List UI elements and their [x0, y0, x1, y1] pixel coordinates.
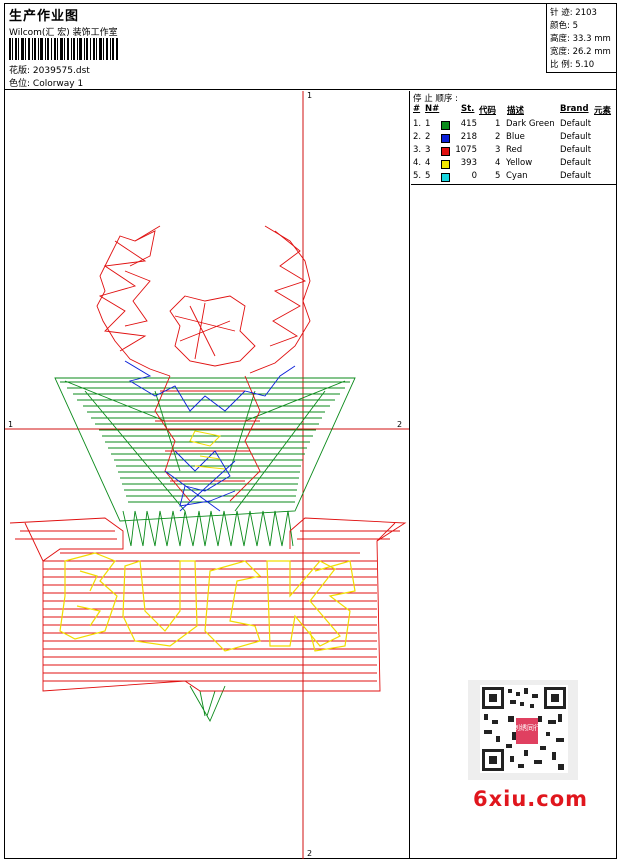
stat-height: 高度: 33.3 mm — [550, 34, 611, 44]
color-swatch — [441, 173, 450, 182]
col-header: St. — [461, 104, 475, 114]
yellow-lettering — [59, 552, 356, 652]
stat-scale: 比 例: 5.10 — [550, 60, 595, 70]
col-header: 描述 — [507, 106, 525, 116]
axis-label-left: 1 — [8, 420, 14, 429]
col-header: 代码 — [479, 106, 497, 116]
table-row: 4. 4 393 4 Yellow Default — [413, 158, 592, 169]
col-header: 元素 — [594, 106, 612, 116]
embroidery-preview — [5, 91, 409, 859]
color-swatch — [441, 160, 450, 169]
color-swatch — [441, 134, 450, 143]
col-header: # — [413, 104, 421, 114]
stats-panel: 针 迹: 2103 颜色: 5 高度: 33.3 mm 宽度: 26.2 mm … — [546, 4, 616, 73]
page-title: 生产作业图 — [9, 9, 80, 24]
axis-label-bottom: 2 — [307, 849, 313, 858]
yellow-detail — [189, 430, 226, 470]
design-label: 花版: — [9, 66, 31, 76]
sheet-header: 生产作业图 Wilcom(汇 宏) 装饰工作室 花版: 2039575.dst — [5, 4, 616, 90]
qr-label: 刺绣同行 — [513, 723, 541, 732]
design-file: 2039575.dst — [32, 66, 90, 76]
company-name: Wilcom(汇 宏) 装饰工作室 — [9, 28, 118, 38]
stop-sequence-title: 停 止 顺序 : — [413, 94, 458, 104]
watermark-logo: 6xiu.com — [473, 787, 589, 811]
stop-sequence-table: 停 止 顺序 : # N# St. 代码 描述 Brand 元素 1. 1 415… — [411, 91, 616, 185]
stat-width: 宽度: 26.2 mm — [550, 47, 611, 57]
color-swatch — [441, 147, 450, 156]
design-canvas — [5, 91, 410, 859]
table-row: 2. 2 218 2 Blue Default — [413, 132, 592, 143]
col-header: Brand — [560, 104, 589, 114]
design-file-line: 花版: 2039575.dst — [9, 63, 90, 76]
qr-code: 刺绣同行 — [468, 680, 578, 780]
colorway-line: 色位: Colorway 1 — [9, 76, 83, 89]
barcode — [9, 38, 118, 60]
axis-label-right: 2 — [397, 420, 403, 429]
colorway-value: Colorway 1 — [32, 79, 84, 89]
colorway-label: 色位: — [9, 79, 31, 89]
table-row: 5. 5 0 5 Cyan Default — [413, 171, 592, 182]
table-row: 3. 3 1075 3 Red Default — [413, 145, 592, 156]
stat-stitches: 针 迹: 2103 — [550, 8, 597, 18]
col-header: N# — [425, 104, 440, 114]
axis-label-top: 1 — [307, 91, 313, 100]
table-row: 1. 1 415 1 Dark Green Default — [413, 119, 592, 130]
color-swatch — [441, 121, 450, 130]
stat-colors: 颜色: 5 — [550, 21, 578, 31]
